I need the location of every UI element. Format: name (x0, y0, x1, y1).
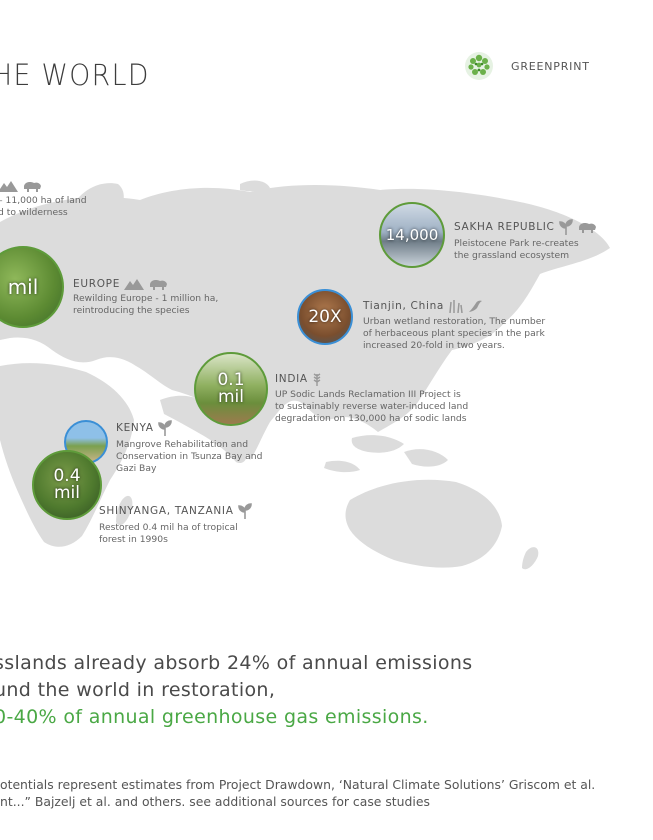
bison-icon (577, 221, 597, 233)
case-tianjin: Tianjin, China Urban wetland restoration… (363, 299, 545, 352)
page-title: HE WORLD (0, 58, 150, 92)
description-line: UP Sodic Lands Reclamation III Project i… (275, 389, 461, 400)
description-line: Rewilding Europe - 1 million ha, (73, 293, 219, 304)
footnote-line: otentials represent estimates from Proje… (0, 777, 596, 792)
plant-icon (237, 503, 252, 519)
case-sakha-republic: SAKHA REPUBLIC Pleistocene Park re-creat… (454, 219, 597, 262)
summary-highlight-line: 0-40% of annual greenhouse gas emissions… (0, 706, 429, 728)
footnote-line: nt...” Bajzelj et al. and others. see ad… (0, 794, 430, 809)
circle-value: 20X (308, 306, 342, 327)
plant-icon (157, 420, 172, 436)
case-description: Restored 0.4 mil ha of tropical forest i… (99, 522, 252, 546)
circle-value: 0.1 mil (217, 370, 245, 407)
case-header-row: INDIA (275, 372, 468, 386)
description-line: Mangrove Rehabilitation and (116, 439, 249, 450)
india-photo-circle: 0.1 mil (194, 352, 268, 426)
case-description: UP Sodic Lands Reclamation III Project i… (275, 389, 468, 425)
description-line: – 11,000 ha of land (0, 195, 87, 206)
sakha-photo-circle: 14,000 (379, 202, 445, 268)
summary-statement: sslands already absorb 24% of annual emi… (0, 650, 472, 731)
case-title: EUROPE (73, 278, 121, 290)
wheat-icon (312, 372, 322, 386)
description-line: of herbaceous plant species in the park (363, 328, 545, 339)
footnote: otentials represent estimates from Proje… (0, 776, 595, 810)
case-top-left: – 11,000 ha of land d to wilderness (0, 180, 87, 219)
case-header-row: Tianjin, China (363, 299, 545, 313)
mountain-icon (0, 180, 18, 192)
brand: GREENPRINT (463, 50, 590, 82)
tanzania-photo-circle: 0.4 mil (32, 450, 102, 520)
description-line: to sustainably reverse water-induced lan… (275, 401, 469, 412)
case-india: INDIA UP Sodic Lands Reclamation III Pro… (275, 372, 468, 425)
grass-icon (448, 299, 464, 313)
case-description: Rewilding Europe - 1 million ha, reintro… (73, 293, 218, 317)
description-line: Restored 0.4 mil ha of tropical (99, 522, 238, 533)
case-header-row: SHINYANGA, TANZANIA (99, 503, 252, 519)
bison-icon (22, 180, 42, 192)
circle-value: mil (7, 274, 39, 299)
case-description: Pleistocene Park re-creates the grasslan… (454, 238, 597, 262)
description-line: increased 20-fold in two years. (363, 340, 505, 351)
case-header-row: EUROPE (73, 278, 218, 290)
description-line: d to wilderness (0, 207, 68, 218)
case-description: Urban wetland restoration, The number of… (363, 316, 545, 352)
plant-icon (558, 219, 573, 235)
case-header-row: KENYA (116, 420, 262, 436)
circle-value: 0.4 mil (53, 466, 81, 503)
tianjin-photo-circle: 20X (297, 289, 353, 345)
summary-line: und the world in restoration, (0, 679, 276, 701)
description-line: the grassland ecosystem (454, 250, 570, 261)
description-line: degradation on 130,000 ha of sodic lands (275, 413, 467, 424)
case-title: KENYA (116, 422, 154, 434)
case-title: SAKHA REPUBLIC (454, 221, 555, 233)
case-header-row (0, 180, 87, 192)
case-title: SHINYANGA, TANZANIA (99, 505, 234, 517)
description-line: Conservation in Tsunza Bay and (116, 451, 263, 462)
case-europe: EUROPE Rewilding Europe - 1 million ha, … (73, 278, 218, 317)
description-line: reintroducing the species (73, 305, 190, 316)
description-line: forest in 1990s (99, 534, 168, 545)
case-title: INDIA (275, 373, 308, 385)
case-tanzania: SHINYANGA, TANZANIA Restored 0.4 mil ha … (99, 503, 252, 546)
description-line: Gazi Bay (116, 463, 157, 474)
case-header-row: SAKHA REPUBLIC (454, 219, 597, 235)
brand-label: GREENPRINT (511, 59, 590, 73)
circle-value: 14,000 (385, 225, 439, 244)
case-title: Tianjin, China (363, 300, 445, 312)
case-description: Mangrove Rehabilitation and Conservation… (116, 439, 262, 475)
case-description: – 11,000 ha of land d to wilderness (0, 195, 87, 219)
case-kenya: KENYA Mangrove Rehabilitation and Conser… (116, 420, 262, 475)
description-line: Urban wetland restoration, The number (363, 316, 546, 327)
bird-icon (468, 299, 484, 313)
bison-icon (148, 278, 168, 290)
mountain-icon (124, 278, 145, 290)
description-line: Pleistocene Park re-creates (454, 238, 579, 249)
summary-line: sslands already absorb 24% of annual emi… (0, 652, 473, 674)
leaf-logo-icon (463, 50, 495, 82)
